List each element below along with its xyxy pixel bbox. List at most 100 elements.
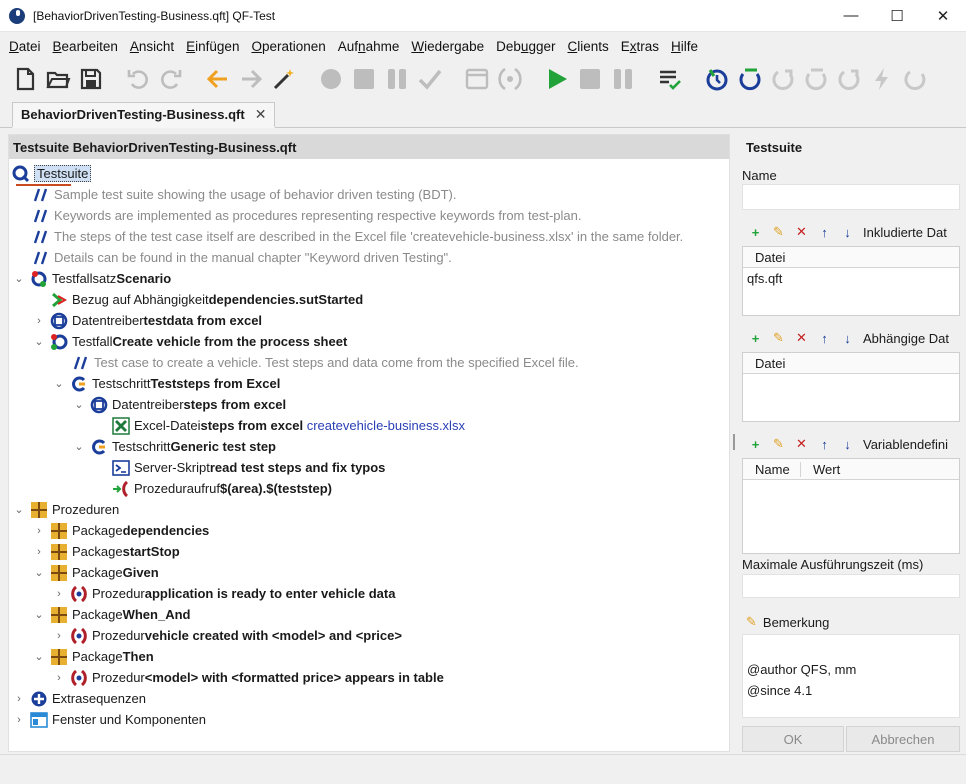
tree-node-procedure[interactable]: › Prozedur <model> with <formatted price… [52,667,444,688]
tree-node-testset-scenario[interactable]: ⌄ Testfallsatz Scenario [12,268,171,289]
chevron-down-icon[interactable]: ⌄ [12,272,26,286]
minimize-button[interactable]: — [828,0,874,32]
dependent-files-table[interactable]: Datei [742,352,960,422]
tree-node-datadriver[interactable]: ⌄ Datentreiber steps from excel [72,394,286,415]
tree-node-package[interactable]: ⌄ Package Then [32,646,154,667]
chevron-right-icon[interactable]: › [32,545,46,559]
debugger-continue-icon[interactable] [735,64,765,94]
forward-arrow-icon[interactable] [236,64,266,94]
delete-icon[interactable]: ✕ [790,435,813,453]
chevron-down-icon[interactable]: ⌄ [72,398,86,412]
menu-bearbeiten[interactable]: Bearbeiten [47,39,124,54]
add-icon[interactable]: + [744,435,767,453]
component-window-icon[interactable] [462,64,492,94]
debugger-step-out-icon[interactable] [834,64,864,94]
delete-icon[interactable]: ✕ [790,329,813,347]
tree-node-procedures[interactable]: ⌄ Prozeduren [12,499,119,520]
pane-splitter-handle[interactable] [733,434,735,450]
column-header-wert[interactable]: Wert [801,462,840,477]
chevron-down-icon[interactable]: ⌄ [52,377,66,391]
menu-operationen[interactable]: Operationen [245,39,331,54]
tree-node-procedure-call[interactable]: Prozeduraufruf $(area).$(teststep) [112,478,332,499]
menu-einfuegen[interactable]: Einfügen [180,39,245,54]
edit-pencil-icon[interactable]: ✎ [746,614,757,630]
move-down-icon[interactable]: ↓ [836,223,859,241]
check-icon[interactable] [415,64,445,94]
tab-close-icon[interactable]: ✕ [255,106,267,123]
stop-record-icon[interactable] [349,64,379,94]
menu-aufnahme[interactable]: Aufnahme [332,39,406,54]
tab-testsuite-file[interactable]: BehaviorDrivenTesting-Business.qft ✕ [12,102,276,128]
menu-wiedergabe[interactable]: Wiedergabe [405,39,490,54]
pause-icon[interactable] [608,64,638,94]
redo-icon[interactable] [156,64,186,94]
max-time-input[interactable] [742,574,960,598]
tree-node-testsuite[interactable]: Testsuite [12,163,92,184]
tree-node-comment[interactable]: The steps of the test case itself are de… [32,226,683,247]
move-up-icon[interactable]: ↑ [813,435,836,453]
move-down-icon[interactable]: ↓ [836,435,859,453]
debugger-step-into-icon[interactable] [801,64,831,94]
menu-clients[interactable]: Clients [561,39,614,54]
pause-record-icon[interactable] [382,64,412,94]
back-arrow-icon[interactable] [203,64,233,94]
chevron-right-icon[interactable]: › [52,629,66,643]
tree-node-procedure[interactable]: › Prozedur application is ready to enter… [52,583,395,604]
tree-node-teststep[interactable]: ⌄ Testschritt Generic test step [72,436,276,457]
tree-node-teststep[interactable]: ⌄ Testschritt Teststeps from Excel [52,373,280,394]
delete-icon[interactable]: ✕ [790,223,813,241]
cancel-button[interactable]: Abbrechen [846,726,960,752]
chevron-down-icon[interactable]: ⌄ [32,650,46,664]
procedure-record-icon[interactable] [495,64,525,94]
tree-node-datadriver[interactable]: › Datentreiber testdata from excel [32,310,262,331]
menu-datei[interactable]: Datei [3,39,47,54]
add-icon[interactable]: + [744,223,767,241]
record-icon[interactable] [316,64,346,94]
debugger-step-icon[interactable] [702,64,732,94]
menu-ansicht[interactable]: Ansicht [124,39,180,54]
variables-table[interactable]: Name Wert [742,458,960,554]
tree-node-testcase[interactable]: ⌄ Testfall Create vehicle from the proce… [32,331,347,352]
close-window-button[interactable]: ✕ [920,0,966,32]
tree-node-comment[interactable]: Sample test suite showing the usage of b… [32,184,457,205]
tree-node-dependency-ref[interactable]: Bezug auf Abhängigkeit dependencies.sutS… [50,289,363,310]
tree-node-comment[interactable]: Keywords are implemented as procedures r… [32,205,581,226]
edit-pencil-icon[interactable]: ✎ [767,435,790,453]
chevron-right-icon[interactable]: › [32,314,46,328]
tree-node-server-script[interactable]: Server-Skript read test steps and fix ty… [112,457,385,478]
chevron-right-icon[interactable]: › [12,713,26,727]
play-icon[interactable] [542,64,572,94]
tree-node-comment[interactable]: Test case to create a vehicle. Test step… [72,352,579,373]
column-header-datei[interactable]: Datei [743,356,785,371]
menu-debugger[interactable]: Debugger [490,39,561,54]
save-icon[interactable] [76,64,106,94]
run-log-icon[interactable] [655,64,685,94]
tree-node-package[interactable]: ⌄ Package When_And [32,604,190,625]
tree-node-windows-components[interactable]: › Fenster und Komponenten [12,709,206,730]
tree-node-extrasequences[interactable]: › Extrasequenzen [12,688,146,709]
excel-file-link[interactable]: createvehicle-business.xlsx [307,418,465,433]
tree-node-package[interactable]: ⌄ Package Given [32,562,159,583]
magic-wand-icon[interactable] [269,64,299,94]
chevron-right-icon[interactable]: › [32,524,46,538]
tree-node-package[interactable]: › Package startStop [32,541,180,562]
lightning-icon[interactable] [867,64,897,94]
column-header-datei[interactable]: Datei [743,250,785,265]
tree-node-comment[interactable]: Details can be found in the manual chapt… [32,247,452,268]
new-file-icon[interactable] [10,64,40,94]
undo-icon[interactable] [123,64,153,94]
name-input[interactable] [742,184,960,210]
chevron-down-icon[interactable]: ⌄ [72,440,86,454]
included-files-table[interactable]: Datei qfs.qft [742,246,960,316]
menu-hilfe[interactable]: Hilfe [665,39,704,54]
chevron-down-icon[interactable]: ⌄ [12,503,26,517]
table-row[interactable]: qfs.qft [743,268,959,289]
tree-node-package[interactable]: › Package dependencies [32,520,209,541]
chevron-down-icon[interactable]: ⌄ [32,608,46,622]
edit-pencil-icon[interactable]: ✎ [767,329,790,347]
stop-icon[interactable] [575,64,605,94]
open-folder-icon[interactable] [43,64,73,94]
tree-node-procedure[interactable]: › Prozedur vehicle created with <model> … [52,625,402,646]
column-header-name[interactable]: Name [743,461,801,477]
remark-textarea[interactable]: @author QFS, mm @since 4.1 [742,634,960,718]
